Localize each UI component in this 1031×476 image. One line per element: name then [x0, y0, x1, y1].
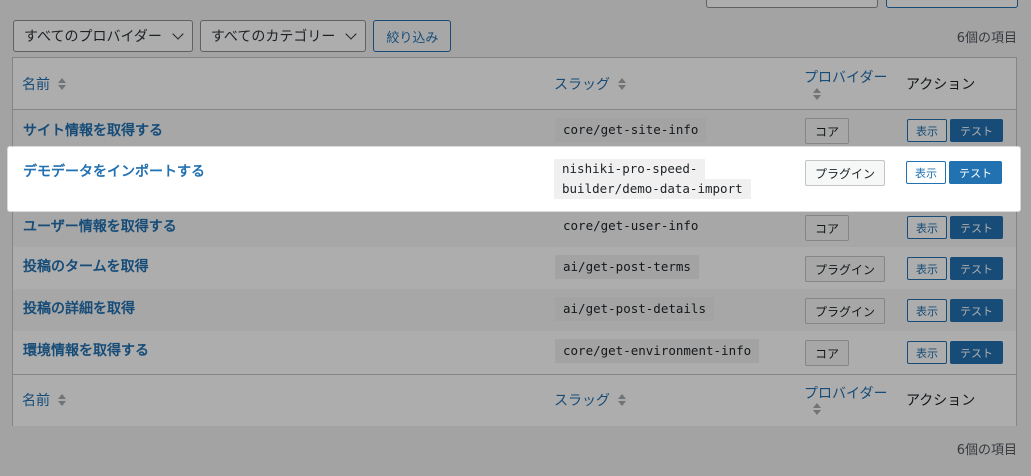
- test-button[interactable]: テスト: [950, 299, 1003, 322]
- column-provider-label: プロバイダー: [804, 386, 888, 402]
- view-button[interactable]: 表示: [907, 299, 947, 322]
- sort-icon: [58, 394, 66, 406]
- chevron-down-icon: [345, 28, 358, 40]
- column-slug-header[interactable]: スラッグ: [554, 390, 626, 410]
- sort-icon: [618, 78, 626, 90]
- sort-icon: [618, 394, 626, 406]
- column-name-label: 名前: [22, 77, 50, 93]
- column-provider-label: プロバイダー: [804, 70, 888, 86]
- ability-slug: nishiki-pro-speed- builder/demo-data-imp…: [554, 159, 751, 199]
- ability-name-link[interactable]: 投稿の詳細を取得: [23, 298, 135, 318]
- table-row: 投稿のタームを取得 ai/get-post-terms プラグイン 表示 テスト: [13, 247, 1016, 289]
- item-count: 6個の項目: [956, 31, 1017, 46]
- column-provider-header[interactable]: プロバイダー: [804, 67, 887, 87]
- column-name-label: 名前: [22, 393, 50, 409]
- test-button[interactable]: テスト: [950, 216, 1003, 239]
- test-button[interactable]: テスト: [949, 161, 1002, 184]
- sort-icon: [58, 78, 66, 90]
- table-footer: 名前 スラッグ プロバイダー アクション: [13, 374, 1016, 426]
- provider-badge: コア: [805, 215, 850, 241]
- item-count-bottom: 6個の項目: [956, 443, 1017, 458]
- column-action-header: アクション: [906, 390, 975, 410]
- ability-name-link[interactable]: デモデータをインポートする: [23, 161, 205, 181]
- table-row: 環境情報を取得する core/get-environment-info コア 表…: [13, 331, 1016, 373]
- provider-badge: コア: [805, 118, 850, 144]
- table-row: サイト情報を取得する core/get-site-info コア 表示 テスト: [13, 110, 1016, 150]
- provider-badge: プラグイン: [805, 160, 886, 186]
- ability-slug-line2: builder/demo-data-import: [554, 179, 751, 199]
- provider-badge: プラグイン: [805, 256, 886, 282]
- ability-name-link[interactable]: サイト情報を取得する: [23, 120, 163, 140]
- column-slug-header[interactable]: スラッグ: [554, 74, 626, 94]
- view-button[interactable]: 表示: [907, 119, 947, 142]
- view-button[interactable]: 表示: [907, 341, 947, 364]
- table-header: 名前 スラッグ プロバイダー アクション: [13, 58, 1016, 110]
- provider-filter-value: すべてのプロバイダー: [24, 29, 162, 45]
- filter-button[interactable]: 絞り込み: [373, 20, 452, 52]
- column-action-header: アクション: [906, 74, 975, 94]
- top-search-button-stub[interactable]: [886, 0, 1018, 8]
- ability-name-link[interactable]: ユーザー情報を取得する: [23, 216, 177, 236]
- top-search-input-stub[interactable]: [706, 0, 878, 8]
- view-button[interactable]: 表示: [907, 257, 947, 280]
- column-name-header[interactable]: 名前: [22, 390, 66, 410]
- category-filter-select[interactable]: すべてのカテゴリー: [199, 20, 367, 52]
- test-button[interactable]: テスト: [950, 257, 1003, 280]
- category-filter-value: すべてのカテゴリー: [210, 29, 336, 45]
- provider-filter-select[interactable]: すべてのプロバイダー: [13, 20, 193, 52]
- table-row: 投稿の詳細を取得 ai/get-post-details プラグイン 表示 テス…: [13, 289, 1016, 331]
- table-row: ユーザー情報を取得する core/get-user-info コア 表示 テスト: [13, 207, 1016, 247]
- chevron-down-icon: [172, 28, 184, 40]
- column-slug-label: スラッグ: [554, 393, 610, 409]
- ability-slug: core/get-environment-info: [555, 339, 760, 363]
- view-button[interactable]: 表示: [906, 161, 946, 184]
- provider-badge: プラグイン: [805, 298, 886, 324]
- ability-slug: core/get-user-info: [563, 218, 699, 233]
- sort-icon: [813, 88, 821, 100]
- ability-slug: ai/get-post-details: [555, 297, 714, 321]
- column-provider-header[interactable]: プロバイダー: [804, 383, 887, 403]
- view-button[interactable]: 表示: [907, 216, 947, 239]
- column-action-label: アクション: [906, 77, 976, 93]
- ability-slug-line1: nishiki-pro-speed-: [554, 159, 706, 179]
- ability-name-link[interactable]: 環境情報を取得する: [23, 340, 149, 360]
- test-button[interactable]: テスト: [950, 119, 1003, 142]
- ability-name-link[interactable]: 投稿のタームを取得: [23, 256, 149, 276]
- column-name-header[interactable]: 名前: [22, 74, 66, 94]
- provider-badge: コア: [805, 340, 850, 366]
- ability-slug: core/get-site-info: [555, 118, 707, 142]
- filter-toolbar: すべてのプロバイダー すべてのカテゴリー 絞り込み: [13, 20, 452, 52]
- ability-slug: ai/get-post-terms: [555, 255, 699, 279]
- test-button[interactable]: テスト: [950, 341, 1003, 364]
- abilities-table: 名前 スラッグ プロバイダー アクション サイト情報を取得する core/get…: [12, 57, 1017, 426]
- highlighted-row: デモデータをインポートする nishiki-pro-speed- builder…: [8, 147, 1020, 211]
- column-action-label: アクション: [906, 393, 976, 409]
- column-slug-label: スラッグ: [554, 77, 610, 93]
- sort-icon: [813, 403, 821, 415]
